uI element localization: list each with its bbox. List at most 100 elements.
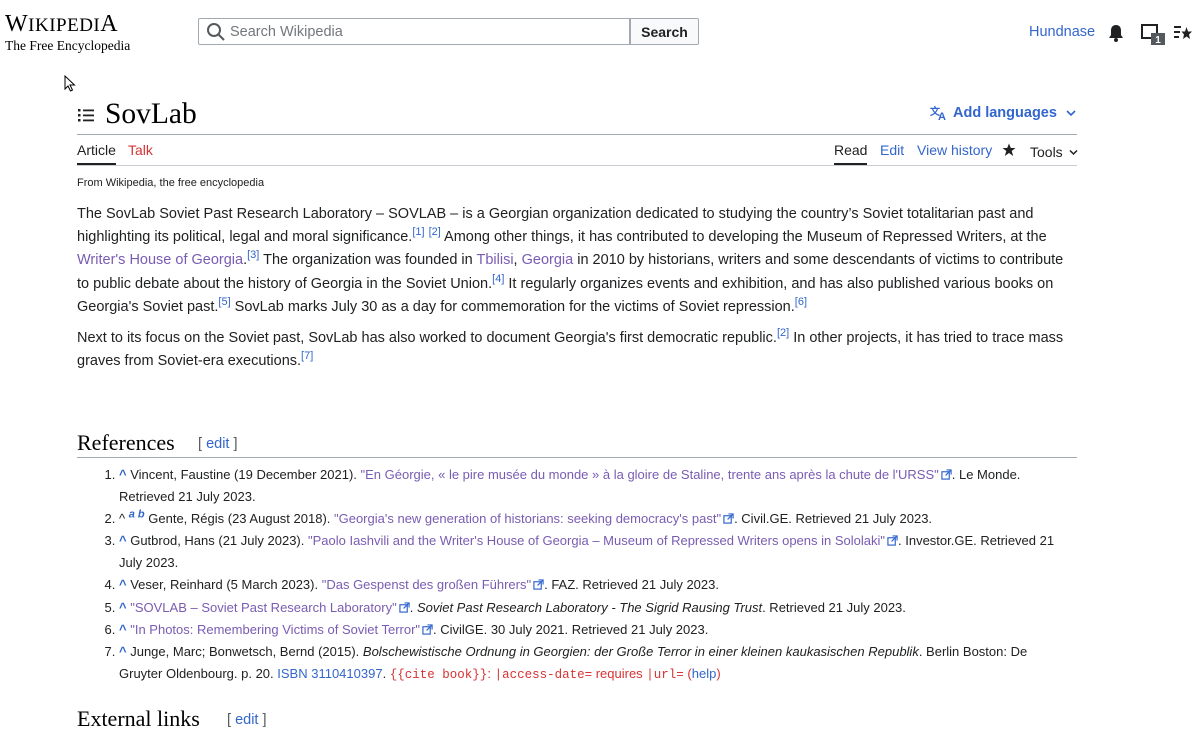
- reference-item: ^ Vincent, Faustine (19 December 2021). …: [119, 464, 1067, 507]
- cite-error-code: |access-date=: [494, 667, 593, 682]
- reference-item: ^ "SOVLAB – Soviet Past Research Laborat…: [119, 597, 1067, 619]
- reference-item: ^ "In Photos: Remembering Victims of Sov…: [119, 619, 1067, 641]
- edit-section-link[interactable]: edit: [206, 436, 229, 452]
- isbn-link[interactable]: ISBN 3110410397: [277, 666, 382, 681]
- tbilisi-link[interactable]: Tbilisi: [476, 252, 513, 268]
- search-box[interactable]: [198, 18, 630, 45]
- ref-link[interactable]: "Paolo Iashvili and the Writer's House o…: [308, 533, 885, 548]
- citation-link[interactable]: [7]: [301, 350, 313, 362]
- add-languages-label: Add languages: [953, 105, 1057, 121]
- logo-tagline: The Free Encyclopedia: [5, 38, 131, 53]
- backlink-caret[interactable]: ^: [119, 577, 127, 592]
- ref-link[interactable]: "In Photos: Remembering Victims of Sovie…: [130, 622, 420, 637]
- article-body: The SovLab Soviet Past Research Laborato…: [77, 203, 1077, 381]
- external-link-icon: [399, 601, 410, 613]
- chevron-down-icon: [1069, 149, 1078, 155]
- star-icon[interactable]: [1002, 143, 1016, 157]
- site-tagline: From Wikipedia, the free encyclopedia: [77, 177, 265, 189]
- cite-error-text: requires: [592, 665, 647, 681]
- external-link-icon: [887, 535, 898, 546]
- ref-text: Veser, Reinhard (5 March 2023).: [130, 577, 322, 593]
- text: Among other things, it has contributed t…: [440, 229, 1047, 246]
- svg-text:A: A: [938, 111, 946, 121]
- citation-link[interactable]: [1]: [412, 226, 424, 238]
- wikipedia-logo[interactable]: WIKIPEDIA The Free Encyclopedia: [5, 11, 135, 53]
- backref-letters[interactable]: a b: [129, 509, 145, 521]
- references-list: ^ Vincent, Faustine (19 December 2021). …: [77, 464, 1067, 687]
- citation-link[interactable]: [2]: [777, 327, 789, 339]
- tab-talk[interactable]: Talk: [128, 142, 153, 165]
- external-link-icon: [422, 624, 433, 635]
- backlink-caret[interactable]: ^: [119, 600, 127, 615]
- text: ,: [513, 252, 522, 269]
- ref-text: . Retrieved 21 July 2023.: [762, 599, 906, 615]
- citation-link[interactable]: [5]: [218, 296, 230, 308]
- toc-icon[interactable]: [78, 108, 94, 122]
- backlink-caret[interactable]: ^: [119, 467, 127, 482]
- paragraph-2: Next to its focus on the Soviet past, So…: [77, 327, 1077, 373]
- search-button[interactable]: Search: [630, 18, 699, 45]
- external-link-icon: [533, 579, 544, 590]
- ref-text: . Civil.GE. Retrieved 21 July 2023.: [734, 511, 933, 526]
- tab-view-history[interactable]: View history: [917, 142, 992, 165]
- user-page-link[interactable]: Hundnase: [1029, 24, 1095, 40]
- ref-link[interactable]: "SOVLAB – Soviet Past Research Laborator…: [130, 600, 396, 615]
- paragraph-1: The SovLab Soviet Past Research Laborato…: [77, 206, 1064, 315]
- watchlist-icon[interactable]: [1174, 25, 1192, 41]
- reference-item: ^ Junge, Marc; Bonwetsch, Bernd (2015). …: [119, 641, 1067, 686]
- georgia-link[interactable]: Georgia: [522, 252, 574, 268]
- ref-book-title: Bolschewistische Ordnung in Georgien: de…: [362, 644, 919, 660]
- ref-text: Gente, Régis (23 August 2018).: [148, 511, 334, 526]
- text: The organization was founded in: [259, 252, 477, 269]
- notices-tray-icon[interactable]: 1: [1141, 24, 1167, 46]
- reference-item: ^ a b Gente, Régis (23 August 2018). "Ge…: [119, 508, 1067, 530]
- translate-icon: 文 A: [930, 105, 946, 121]
- chevron-down-icon: [1066, 110, 1076, 117]
- citation-link[interactable]: [6]: [795, 296, 807, 308]
- cite-error-code: |url=: [646, 667, 684, 682]
- citation-link[interactable]: [4]: [492, 273, 504, 285]
- ref-link[interactable]: "Das Gespenst des großen Führers": [322, 577, 531, 592]
- tools-menu[interactable]: Tools: [1030, 144, 1078, 160]
- ref-text: .: [409, 599, 417, 615]
- references-edit[interactable]: [ edit ]: [198, 436, 238, 452]
- backlink-caret[interactable]: ^: [119, 644, 127, 659]
- tab-edit[interactable]: Edit: [880, 142, 904, 165]
- search-input[interactable]: [230, 19, 629, 44]
- text: Next to its focus on the Soviet past, So…: [77, 330, 777, 347]
- backlink-caret: ^: [119, 511, 126, 526]
- ref-publication: Soviet Past Research Laboratory - The Si…: [416, 599, 763, 615]
- cursor-icon: [64, 75, 76, 92]
- page-title: SovLab: [105, 98, 197, 130]
- title-divider: [77, 134, 1077, 135]
- tabs-divider: [77, 165, 1077, 166]
- external-link-icon: [723, 513, 734, 524]
- tray-count: 1: [1155, 35, 1161, 46]
- ref-link[interactable]: "En Géorgie, « le pire musée du monde » …: [361, 467, 939, 482]
- external-links-edit[interactable]: [ edit ]: [227, 712, 267, 728]
- add-languages-button[interactable]: 文 A Add languages: [930, 105, 1076, 121]
- reference-item: ^ Gutbrod, Hans (21 July 2023). "Paolo I…: [119, 530, 1067, 573]
- citation-link[interactable]: [3]: [247, 250, 259, 262]
- cite-error-code: {{cite book}}: [389, 667, 488, 682]
- cite-error-text: (: [683, 665, 692, 681]
- external-links-heading: External links: [77, 706, 200, 731]
- reference-item: ^ Veser, Reinhard (5 March 2023). "Das G…: [119, 574, 1067, 596]
- references-divider: [77, 457, 1077, 458]
- tab-article[interactable]: Article: [77, 142, 116, 165]
- edit-section-link[interactable]: edit: [235, 712, 258, 728]
- help-link[interactable]: help: [692, 666, 717, 681]
- ref-link[interactable]: "Georgia's new generation of historians:…: [334, 511, 721, 526]
- tab-read[interactable]: Read: [834, 142, 868, 165]
- ref-text: . CivilGE. 30 July 2021. Retrieved 21 Ju…: [433, 621, 709, 637]
- backlink-caret[interactable]: ^: [119, 622, 127, 637]
- cite-error-text: :: [487, 665, 495, 681]
- backlink-caret[interactable]: ^: [119, 533, 127, 548]
- text: SovLab marks July 30 as a day for commem…: [230, 298, 795, 315]
- citation-link[interactable]: [2]: [429, 226, 441, 238]
- ref-text: Vincent, Faustine (19 December 2021).: [130, 467, 361, 482]
- writers-house-link[interactable]: Writer's House of Georgia: [77, 252, 243, 268]
- bell-icon[interactable]: [1108, 24, 1124, 42]
- ref-text: Junge, Marc; Bonwetsch, Bernd (2015).: [130, 644, 363, 660]
- references-heading: References: [77, 430, 175, 455]
